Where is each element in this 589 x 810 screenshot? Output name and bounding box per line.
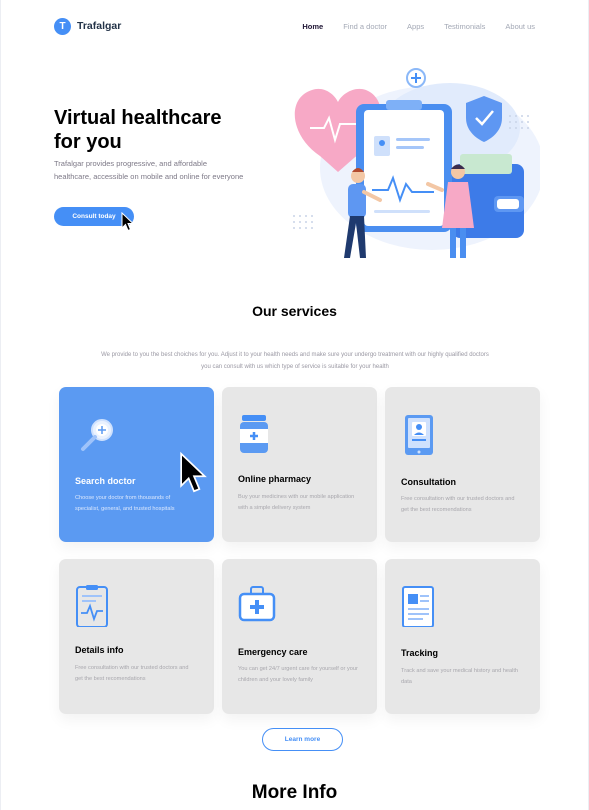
nav-link-testimonials[interactable]: Testimonials [444,22,485,31]
brand[interactable]: T Trafalgar [54,17,122,35]
service-card-emergency-care[interactable]: Emergency care You can get 24/7 urgent c… [222,559,377,714]
nav-link-apps[interactable]: Apps [407,22,424,31]
services-title: Our services [252,303,337,319]
hero-illustration [293,68,540,258]
hero-title-line1: Virtual healthcare [54,107,222,129]
brand-name: Trafalgar [77,20,122,32]
hero-title: Virtual healthcare for you [54,106,264,154]
service-card-online-pharmacy[interactable]: Online pharmacy Buy your medicines with … [222,387,377,542]
service-card-title: Details info [75,645,124,655]
service-card-text: Buy your medicines with our mobile appli… [238,494,355,511]
more-info-title: More Info [251,782,338,803]
tablet-doctor-icon [405,415,433,455]
mouse-cursor-icon [121,212,135,232]
service-card-text: Free consultation with our trusted docto… [401,496,515,513]
service-card-text: Choose your doctor from thousands of spe… [75,495,175,512]
service-card-title: Consultation [401,477,456,487]
first-aid-kit-icon [238,586,276,622]
service-card-details-info[interactable]: Details info Free consultation with our … [59,559,214,714]
service-card-search-doctor[interactable]: Search doctor Choose your doctor from th… [59,387,214,542]
hero-subtitle: Trafalgar provides progressive, and affo… [54,159,244,181]
service-card-title: Emergency care [238,647,308,657]
service-card-title: Search doctor [75,476,136,486]
service-card-tracking[interactable]: Tracking Track and save your medical his… [385,559,540,714]
service-card-text: Track and save your medical history and … [401,668,519,685]
top-navbar: T Trafalgar Home Find a doctor Apps Test… [54,16,535,36]
services-description: We provide to you the best choiches for … [101,352,489,370]
service-card-text: You can get 24/7 urgent care for yoursel… [238,666,358,683]
nav-links: Home Find a doctor Apps Testimonials Abo… [302,22,535,31]
document-icon [402,586,434,627]
mouse-cursor-icon [180,451,207,493]
hero-title-line2: for you [54,131,122,153]
clipboard-heartbeat-icon [76,585,108,627]
service-card-text: Free consultation with our trusted docto… [75,665,189,682]
nav-link-home[interactable]: Home [302,22,323,31]
brand-logo-icon: T [54,17,71,35]
nav-link-find-a-doctor[interactable]: Find a doctor [343,22,387,31]
service-card-title: Online pharmacy [238,474,312,484]
nav-link-about-us[interactable]: About us [505,22,535,31]
service-card-title: Tracking [401,648,439,658]
search-icon [81,419,113,451]
service-card-consultation[interactable]: Consultation Free consultation with our … [385,387,540,542]
learn-more-button[interactable]: Learn more [262,728,343,751]
pill-bottle-icon [240,415,268,453]
